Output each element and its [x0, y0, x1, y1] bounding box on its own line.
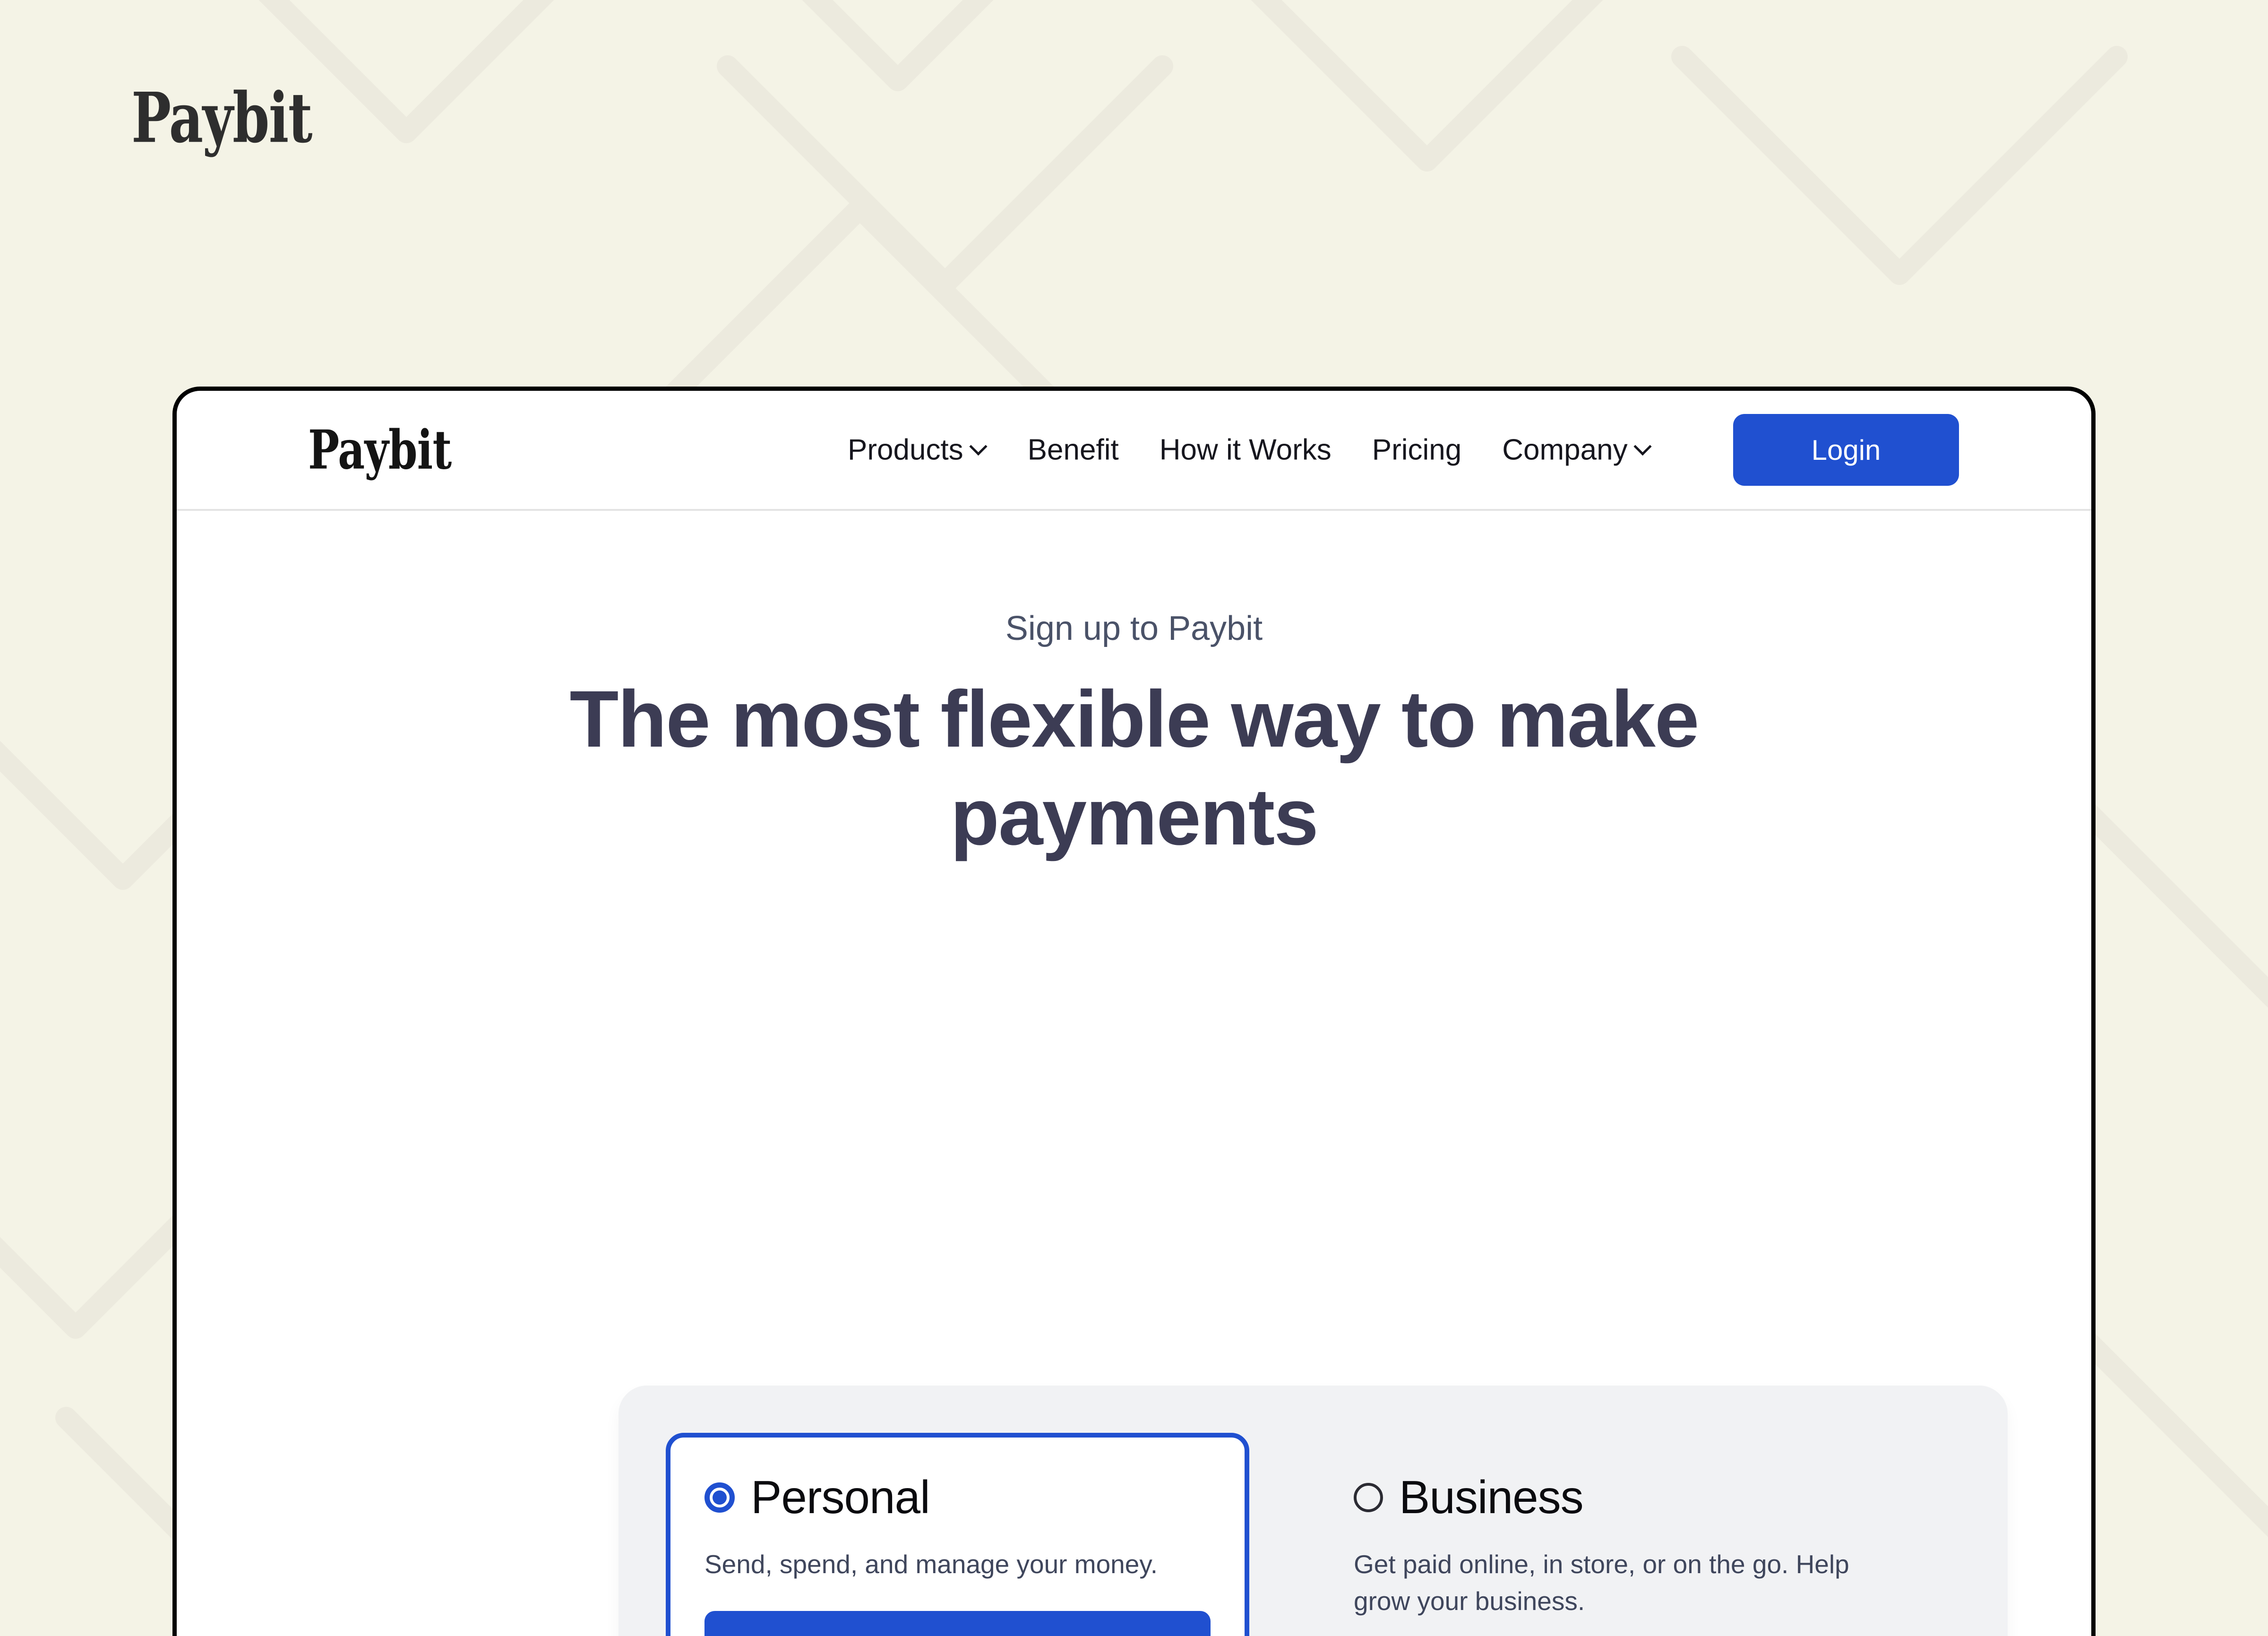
navbar: Paybit Products Benefit How it Works Pri… — [177, 391, 2091, 511]
get-started-button-personal[interactable]: Get Started — [704, 1611, 1211, 1636]
nav-item-label: How it Works — [1159, 433, 1332, 466]
plan-header-personal: Personal — [704, 1471, 1211, 1524]
plan-card-business[interactable]: Business Get paid online, in store, or o… — [1308, 1433, 1892, 1636]
nav-item-label: Pricing — [1372, 433, 1462, 466]
browser-window-frame: Paybit Products Benefit How it Works Pri… — [172, 387, 2096, 1636]
nav-item-label: Benefit — [1027, 433, 1119, 466]
plan-selection-panel: Personal Send, spend, and manage your mo… — [619, 1386, 2008, 1636]
radio-unselected-icon[interactable] — [1354, 1482, 1383, 1512]
nav-links: Products Benefit How it Works Pricing Co… — [848, 433, 1651, 467]
nav-item-benefit[interactable]: Benefit — [1028, 433, 1119, 467]
plan-header-business: Business — [1354, 1471, 1892, 1524]
plan-card-personal[interactable]: Personal Send, spend, and manage your mo… — [666, 1433, 1249, 1636]
hero-title-line-2: payments — [950, 772, 1319, 862]
hero-section: Sign up to Paybit The most flexible way … — [177, 511, 2091, 867]
nav-item-label: Products — [848, 433, 963, 466]
chevron-down-icon — [1635, 439, 1651, 455]
chevron-down-icon — [971, 439, 987, 455]
nav-item-how-it-works[interactable]: How it Works — [1160, 433, 1332, 467]
nav-item-label: Company — [1502, 433, 1628, 466]
page-title: The most flexible way to make payments — [177, 671, 2091, 867]
nav-item-company[interactable]: Company — [1502, 433, 1651, 467]
page-logo: Paybit — [131, 78, 312, 159]
hero-title-line-1: The most flexible way to make — [569, 674, 1700, 764]
hero-eyebrow: Sign up to Paybit — [1005, 610, 1263, 647]
plan-description-business: Get paid online, in store, or on the go.… — [1354, 1550, 1849, 1616]
plan-title-personal: Personal — [751, 1471, 930, 1523]
nav-item-products[interactable]: Products — [848, 433, 987, 467]
nav-logo[interactable]: Paybit — [308, 419, 452, 482]
login-button[interactable]: Login — [1733, 414, 1959, 486]
page-root: Paybit Paybit Products Benefit How it Wo… — [0, 0, 2268, 1636]
plan-description-personal: Send, spend, and manage your money. — [704, 1550, 1158, 1579]
radio-selected-icon[interactable] — [704, 1482, 735, 1513]
nav-item-pricing[interactable]: Pricing — [1372, 433, 1462, 467]
plan-title-business: Business — [1399, 1471, 1584, 1523]
